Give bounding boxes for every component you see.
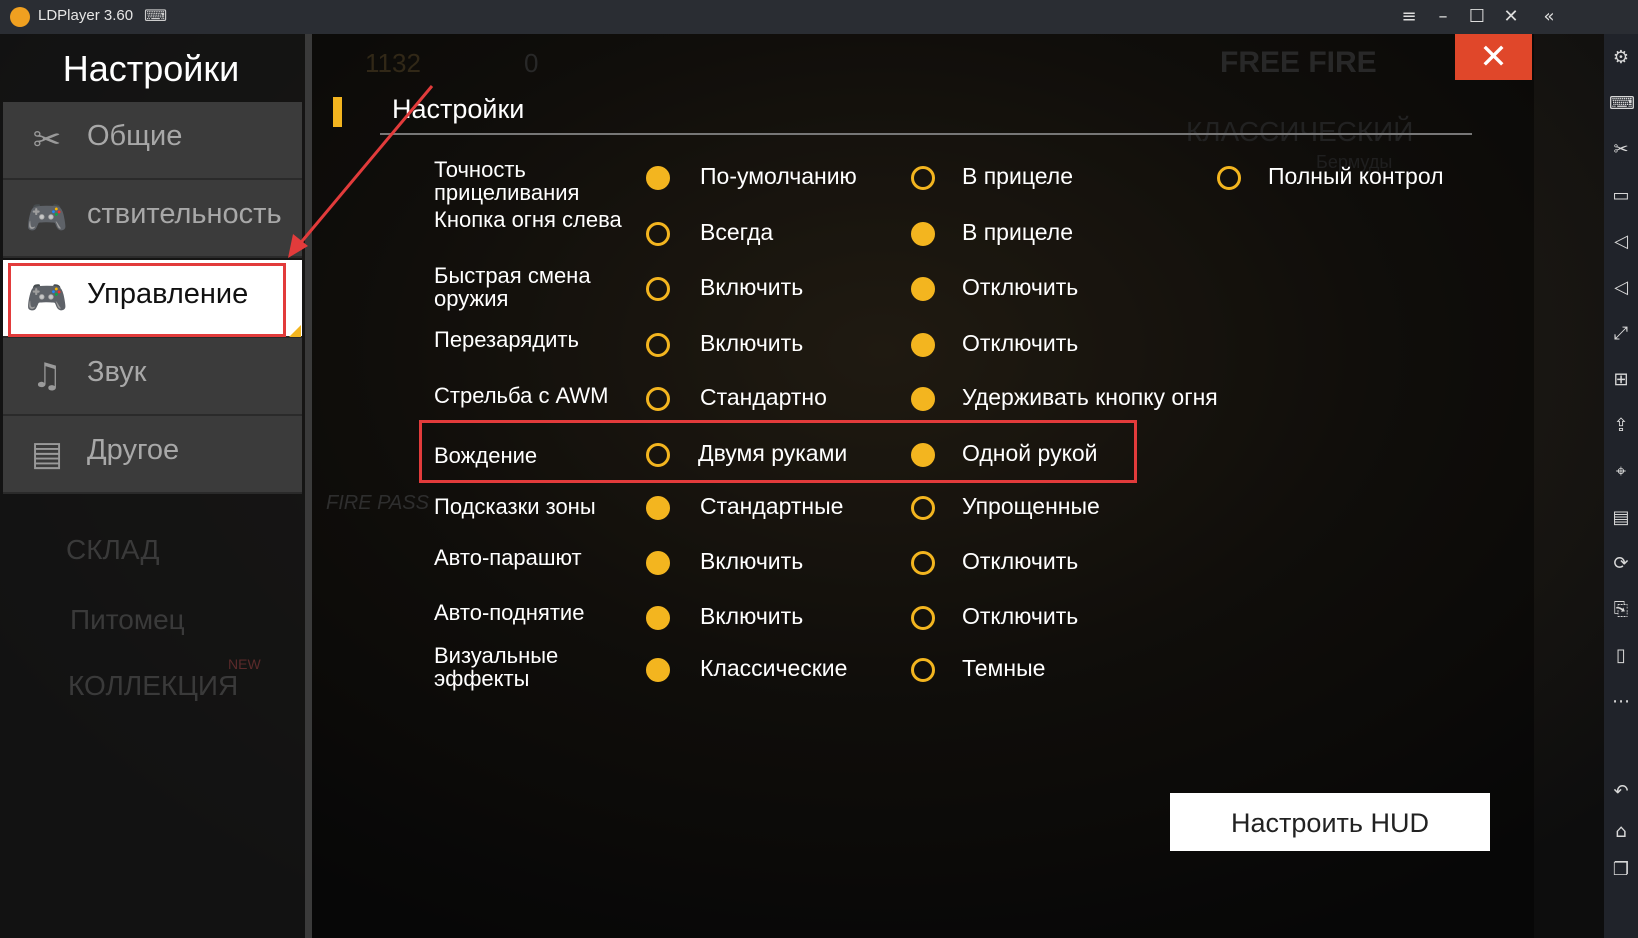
setting-label: Быстрая смена оружия: [434, 263, 591, 311]
radio-button[interactable]: [646, 166, 670, 190]
option-label[interactable]: Включить: [700, 548, 803, 575]
radio-button[interactable]: [646, 551, 670, 575]
emulator-toolbar: ⚙ ⌨ ✂ ▭ ◁ ◁ ⤢ ⊞ ⇪ ⌖ ▤ ⟳ ⎘ ▯ ⋯ ↶ ⌂ ❐: [1604, 34, 1638, 938]
option-label[interactable]: Темные: [962, 655, 1045, 682]
radio-button[interactable]: [646, 222, 670, 246]
home-icon[interactable]: ⌂: [1609, 820, 1633, 844]
option-label[interactable]: Отключить: [962, 548, 1078, 575]
add-window-icon[interactable]: ⊞: [1609, 368, 1633, 392]
option-label[interactable]: Удерживать кнопку огня: [962, 384, 1218, 411]
setting-label: Кнопка огня слева: [434, 207, 622, 232]
more-icon[interactable]: ⋯: [1609, 690, 1633, 714]
radio-button[interactable]: [646, 387, 670, 411]
radio-button[interactable]: [911, 496, 935, 520]
section-divider: [380, 133, 1472, 135]
shared-folder-icon[interactable]: ⎘: [1609, 598, 1633, 622]
setting-label: Визуальные эффекты: [434, 643, 559, 691]
setting-label: Авто-парашют: [434, 545, 582, 570]
annotation-arrow-icon: [288, 85, 434, 258]
option-label[interactable]: Стандартно: [700, 384, 827, 411]
minimize-icon[interactable]: –: [1430, 4, 1456, 30]
scissors-icon[interactable]: ✂: [1609, 138, 1633, 162]
option-label[interactable]: По-умолчанию: [700, 163, 857, 190]
radio-button[interactable]: [646, 333, 670, 357]
highlight-box: [419, 420, 1137, 483]
setting-label: Стрельба с AWM: [434, 383, 609, 408]
menu-icon[interactable]: ≡: [1396, 4, 1422, 30]
setting-label: Авто-поднятие: [434, 600, 585, 625]
radio-button[interactable]: [911, 551, 935, 575]
gamepad-icon[interactable]: ⌨: [144, 6, 167, 25]
radio-button[interactable]: [911, 166, 935, 190]
collection-menu-item: КОЛЛЕКЦИЯ: [68, 670, 239, 701]
game-area: 1132 0 FREE FIRE КЛАССИЧЕСКИЙ Бермуды FI…: [0, 34, 1604, 938]
close-icon: ✕: [1479, 37, 1508, 77]
shake-icon[interactable]: ▯: [1609, 644, 1633, 668]
sync-icon[interactable]: ⟳: [1609, 552, 1633, 576]
sidebar-item-label: Звук: [87, 356, 147, 388]
option-label[interactable]: Всегда: [700, 219, 773, 246]
option-label[interactable]: Стандартные: [700, 493, 843, 520]
collapse-toolbar-icon[interactable]: «: [1536, 4, 1562, 30]
option-label[interactable]: Включить: [700, 274, 803, 301]
option-label[interactable]: В прицеле: [962, 163, 1073, 190]
title-bar: LDPlayer 3.60 ⌨ ≡ – ☐ ✕ «: [0, 0, 1638, 34]
fullscreen-icon[interactable]: ⤢: [1609, 322, 1633, 346]
pet-menu-item: Питомец: [70, 604, 185, 635]
volume-down-icon[interactable]: ◁: [1609, 276, 1633, 300]
option-label[interactable]: Отключить: [962, 330, 1078, 357]
sidebar-item-label: Другое: [87, 434, 180, 466]
option-label[interactable]: Упрощенные: [962, 493, 1100, 520]
setting-label: Перезарядить: [434, 327, 579, 352]
maximize-icon[interactable]: ☐: [1464, 4, 1490, 30]
option-label[interactable]: Включить: [700, 330, 803, 357]
settings-gear-icon[interactable]: ⚙: [1609, 46, 1633, 70]
option-label[interactable]: Полный контрол: [1268, 163, 1444, 190]
radio-button[interactable]: [911, 277, 935, 301]
configure-hud-button[interactable]: Настроить HUD: [1170, 793, 1490, 851]
music-note-icon: ♫: [31, 356, 63, 396]
window-title: LDPlayer 3.60: [38, 7, 134, 24]
radio-button[interactable]: [646, 277, 670, 301]
close-button[interactable]: ✕: [1455, 34, 1532, 80]
radio-button[interactable]: [911, 387, 935, 411]
radio-button[interactable]: [911, 222, 935, 246]
sidebar-item-other[interactable]: ▤ Другое: [3, 416, 302, 494]
setting-label: Подсказки зоны: [434, 494, 596, 519]
keyboard-icon[interactable]: ⌨: [1609, 92, 1635, 116]
option-label[interactable]: Классические: [700, 655, 847, 682]
settings-panel: Настройки ✕ Точность прицеливания По-умо…: [312, 34, 1534, 938]
sidebar-item-sound[interactable]: ♫ Звук: [3, 338, 302, 416]
radio-button[interactable]: [646, 606, 670, 630]
radio-button[interactable]: [1217, 166, 1241, 190]
location-icon[interactable]: ⌖: [1609, 460, 1633, 484]
setting-label: Точность прицеливания: [434, 157, 580, 205]
document-icon: ▤: [30, 434, 64, 474]
video-record-icon[interactable]: ▭: [1609, 184, 1633, 208]
option-label[interactable]: Отключить: [962, 274, 1078, 301]
recent-apps-icon[interactable]: ❐: [1609, 858, 1633, 882]
ldplayer-logo-icon: [10, 7, 30, 27]
apk-install-icon[interactable]: ⇪: [1609, 414, 1633, 438]
option-label[interactable]: Включить: [700, 603, 803, 630]
radio-button[interactable]: [646, 658, 670, 682]
new-badge: NEW: [228, 656, 261, 672]
back-icon[interactable]: ↶: [1609, 780, 1633, 804]
operation-record-icon[interactable]: ▤: [1609, 506, 1633, 530]
radio-button[interactable]: [911, 333, 935, 357]
radio-button[interactable]: [911, 606, 935, 630]
close-window-icon[interactable]: ✕: [1498, 4, 1524, 30]
radio-button[interactable]: [646, 496, 670, 520]
warehouse-menu-item: СКЛАД: [66, 534, 160, 565]
radio-button[interactable]: [911, 658, 935, 682]
option-label[interactable]: В прицеле: [962, 219, 1073, 246]
option-label[interactable]: Отключить: [962, 603, 1078, 630]
volume-up-icon[interactable]: ◁: [1609, 230, 1633, 254]
